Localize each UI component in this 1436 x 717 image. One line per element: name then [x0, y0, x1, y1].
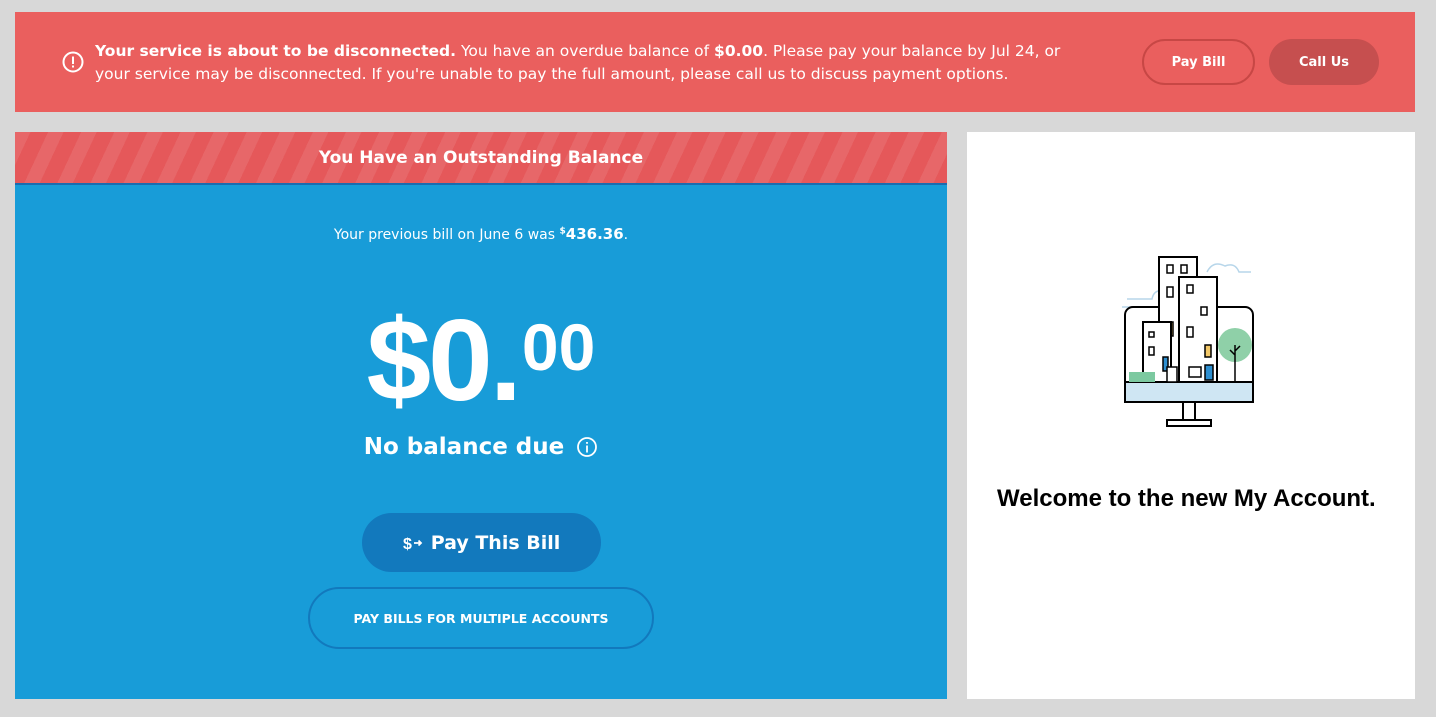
alert-text-before: You have an overdue balance of	[456, 42, 715, 60]
balance-amount: $0.00	[15, 302, 947, 418]
previous-bill-text: Your previous bill on June 6 was $436.36…	[15, 225, 947, 243]
balance-status-label: No balance due	[363, 434, 565, 460]
previous-bill-suffix: .	[623, 227, 629, 243]
alert-pay-bill-button[interactable]: Pay Bill	[1142, 39, 1255, 85]
svg-text:$: $	[403, 536, 412, 552]
alert-amount: $0.00	[714, 42, 764, 60]
balance-cents: 00	[521, 310, 596, 384]
alert-call-us-button[interactable]: Call Us	[1269, 39, 1379, 85]
info-circle-icon[interactable]	[576, 436, 598, 458]
balance-dot: .	[489, 295, 522, 425]
welcome-card: Welcome to the new My Account.	[967, 132, 1415, 699]
pay-this-bill-label: Pay This Bill	[430, 531, 561, 554]
exclamation-circle-icon	[62, 51, 84, 73]
outstanding-balance-banner: You Have an Outstanding Balance	[15, 132, 947, 185]
previous-bill-prefix: Your previous bill on June 6 was	[333, 227, 560, 243]
welcome-title: Welcome to the new My Account.	[997, 485, 1376, 512]
disconnection-alert: Your service is about to be disconnected…	[15, 12, 1415, 112]
balance-status: No balance due	[15, 434, 947, 460]
dollar-arrow-icon: $	[403, 536, 422, 552]
alert-message: Your service is about to be disconnected…	[95, 40, 1085, 86]
alert-headline: Your service is about to be disconnected…	[95, 42, 457, 60]
balance-card: You Have an Outstanding Balance Your pre…	[15, 132, 947, 699]
previous-bill-amount: 436.36	[565, 225, 624, 243]
balance-dollars: $0	[366, 295, 493, 425]
pay-this-bill-button[interactable]: $ Pay This Bill	[362, 513, 601, 572]
city-monitor-illustration	[1122, 256, 1254, 427]
pay-multiple-accounts-button[interactable]: PAY BILLS FOR MULTIPLE ACCOUNTS	[308, 587, 654, 649]
